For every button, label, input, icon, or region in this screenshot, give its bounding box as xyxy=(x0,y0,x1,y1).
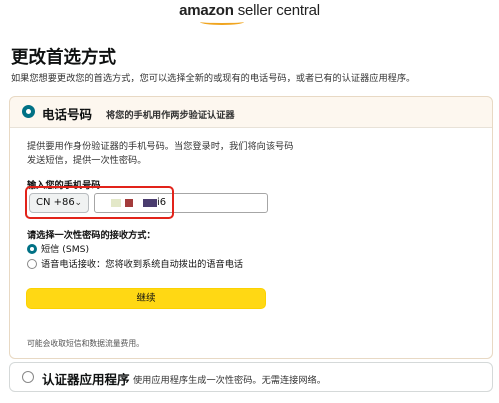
phone-option-body: 提供要用作身份验证器的手机号码。当您登录时，我们将向该号码发送短信，提供一次性密… xyxy=(10,127,492,358)
amazon-smile-icon xyxy=(200,19,244,25)
logo-brand: amazon xyxy=(179,2,234,19)
voice-label: 语音电话接收：您将收到系统自动拨出的语音电话 xyxy=(41,259,244,270)
highlight-box xyxy=(25,186,174,219)
amazon-seller-central-logo: amazon seller central xyxy=(0,2,499,25)
continue-button[interactable]: 继续 xyxy=(26,288,266,309)
app-option-title: 认证器应用程序 xyxy=(42,372,130,387)
phone-number-option-card[interactable]: 电话号码 将您的手机用作两步验证认证器 提供要用作身份验证器的手机号码。当您登录… xyxy=(9,96,493,359)
receive-option-voice[interactable]: 语音电话接收：您将收到系统自动拨出的语音电话 xyxy=(27,256,243,270)
phone-option-description: 提供要用作身份验证器的手机号码。当您登录时，我们将向该号码发送短信，提供一次性密… xyxy=(27,141,294,166)
sms-radio[interactable] xyxy=(27,243,37,254)
page-title: 更改首选方式 xyxy=(11,48,116,68)
voice-radio[interactable] xyxy=(27,258,37,269)
phone-option-radio[interactable] xyxy=(22,105,35,118)
app-option-radio[interactable] xyxy=(22,371,34,383)
authenticator-app-option-card[interactable]: 认证器应用程序 使用应用程序生成一次性密码。无需连接网络。 xyxy=(9,362,493,392)
sms-label: 短信 (SMS) xyxy=(41,244,90,255)
app-option-subtitle: 使用应用程序生成一次性密码。无需连接网络。 xyxy=(133,375,326,386)
page-description: 如果您想要更改您的首选方式，您可以选择全新的或现有的电话号码，或者已有的认证器应… xyxy=(11,73,416,84)
phone-option-title: 电话号码 xyxy=(42,107,93,122)
logo-product: seller central xyxy=(237,2,320,19)
phone-option-subtitle: 将您的手机用作两步验证认证器 xyxy=(106,110,235,121)
receive-option-sms[interactable]: 短信 (SMS) xyxy=(27,241,89,255)
fee-note: 可能会收取短信和数据流量费用。 xyxy=(27,339,144,348)
receive-method-label: 请选择一次性密码的接收方式： xyxy=(27,230,156,241)
